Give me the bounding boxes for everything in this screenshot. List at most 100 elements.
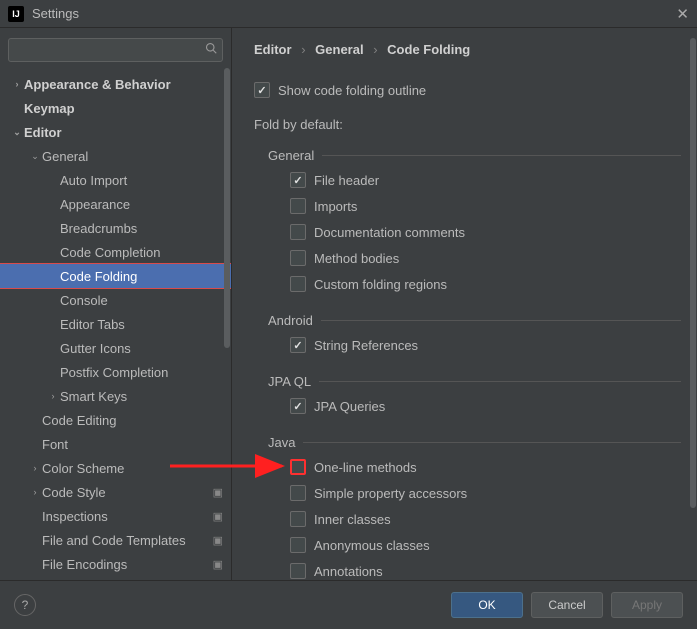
tree-item-smart-keys[interactable]: ›Smart Keys [0, 384, 231, 408]
option-file-header[interactable]: File header [254, 167, 681, 193]
tree-item-code-style[interactable]: ›Code Style▣ [0, 480, 231, 504]
option-string-references[interactable]: String References [254, 332, 681, 358]
group-header-general: General [254, 148, 681, 163]
option-label: String References [314, 338, 418, 353]
chevron-right-icon[interactable]: › [46, 391, 60, 401]
checkbox[interactable] [290, 250, 306, 266]
checkbox[interactable] [290, 337, 306, 353]
option-method-bodies[interactable]: Method bodies [254, 245, 681, 271]
tree-item-label: File and Code Templates [42, 533, 213, 548]
breadcrumb-general[interactable]: General [315, 42, 363, 57]
tree-item-label: Keymap [24, 101, 223, 116]
tree-item-editor[interactable]: ⌄Editor [0, 120, 231, 144]
titlebar: IJ Settings ✕ [0, 0, 697, 28]
tree-item-file-and-code-templates[interactable]: File and Code Templates▣ [0, 528, 231, 552]
option-imports[interactable]: Imports [254, 193, 681, 219]
ok-button[interactable]: OK [451, 592, 523, 618]
tree-item-appearance[interactable]: Appearance [0, 192, 231, 216]
option-jpa-queries[interactable]: JPA Queries [254, 393, 681, 419]
option-one-line-methods[interactable]: One-line methods [254, 454, 681, 480]
checkbox[interactable] [290, 276, 306, 292]
tree-item-auto-import[interactable]: Auto Import [0, 168, 231, 192]
tree-item-postfix-completion[interactable]: Postfix Completion [0, 360, 231, 384]
option-simple-property-accessors[interactable]: Simple property accessors [254, 480, 681, 506]
option-annotations[interactable]: Annotations [254, 558, 681, 580]
checkbox[interactable] [290, 398, 306, 414]
search-input[interactable] [8, 38, 223, 62]
cancel-button[interactable]: Cancel [531, 592, 603, 618]
show-outline-row[interactable]: Show code folding outline [254, 77, 681, 103]
tree-item-keymap[interactable]: Keymap [0, 96, 231, 120]
tree-item-label: Auto Import [60, 173, 223, 188]
breadcrumb-code-folding: Code Folding [387, 42, 470, 57]
close-icon[interactable]: ✕ [676, 5, 689, 23]
divider [322, 155, 681, 156]
breadcrumb-editor[interactable]: Editor [254, 42, 292, 57]
checkbox[interactable] [290, 511, 306, 527]
tree-item-label: General [42, 149, 223, 164]
show-outline-checkbox[interactable] [254, 82, 270, 98]
scope-icon: ▣ [213, 486, 223, 499]
tree-item-console[interactable]: Console [0, 288, 231, 312]
tree-item-label: Gutter Icons [60, 341, 223, 356]
tree-item-appearance-behavior[interactable]: ›Appearance & Behavior [0, 72, 231, 96]
tree-item-label: Color Scheme [42, 461, 223, 476]
tree-item-file-encodings[interactable]: File Encodings▣ [0, 552, 231, 576]
tree-item-code-completion[interactable]: Code Completion [0, 240, 231, 264]
tree-item-label: Editor Tabs [60, 317, 223, 332]
apply-button[interactable]: Apply [611, 592, 683, 618]
chevron-right-icon[interactable]: › [28, 487, 42, 497]
tree-item-code-editing[interactable]: Code Editing [0, 408, 231, 432]
checkbox[interactable] [290, 224, 306, 240]
settings-content: Editor › General › Code Folding Show cod… [232, 28, 697, 580]
tree-item-inspections[interactable]: Inspections▣ [0, 504, 231, 528]
option-label: Inner classes [314, 512, 391, 527]
chevron-right-icon[interactable]: › [28, 463, 42, 473]
group-title: Android [268, 313, 313, 328]
checkbox[interactable] [290, 563, 306, 579]
option-custom-folding-regions[interactable]: Custom folding regions [254, 271, 681, 297]
tree-item-gutter-icons[interactable]: Gutter Icons [0, 336, 231, 360]
checkbox[interactable] [290, 198, 306, 214]
option-label: Simple property accessors [314, 486, 467, 501]
option-label: One-line methods [314, 460, 417, 475]
checkbox[interactable] [290, 459, 306, 475]
option-documentation-comments[interactable]: Documentation comments [254, 219, 681, 245]
tree-item-color-scheme[interactable]: ›Color Scheme [0, 456, 231, 480]
checkbox[interactable] [290, 485, 306, 501]
tree-item-code-folding[interactable]: Code Folding [0, 264, 231, 288]
option-anonymous-classes[interactable]: Anonymous classes [254, 532, 681, 558]
tree-item-general[interactable]: ⌄General [0, 144, 231, 168]
option-label: Annotations [314, 564, 383, 579]
content-scrollbar[interactable] [689, 38, 697, 558]
tree-item-label: Breadcrumbs [60, 221, 223, 236]
help-button[interactable]: ? [14, 594, 36, 616]
checkbox[interactable] [290, 172, 306, 188]
divider [319, 381, 681, 382]
sidebar-scrollbar[interactable] [223, 68, 231, 368]
scope-icon: ▣ [213, 558, 223, 571]
tree-item-label: Smart Keys [60, 389, 223, 404]
group-title: JPA QL [268, 374, 311, 389]
option-label: File header [314, 173, 379, 188]
tree-item-label: Appearance & Behavior [24, 77, 223, 92]
option-inner-classes[interactable]: Inner classes [254, 506, 681, 532]
chevron-down-icon[interactable]: ⌄ [28, 151, 42, 162]
tree-item-label: Appearance [60, 197, 223, 212]
chevron-down-icon[interactable]: ⌄ [10, 127, 24, 138]
group-title: General [268, 148, 314, 163]
tree-item-label: Font [42, 437, 223, 452]
tree-item-label: Code Completion [60, 245, 223, 260]
group-header-jpa-ql: JPA QL [254, 374, 681, 389]
tree-item-breadcrumbs[interactable]: Breadcrumbs [0, 216, 231, 240]
option-label: Documentation comments [314, 225, 465, 240]
tree-item-editor-tabs[interactable]: Editor Tabs [0, 312, 231, 336]
show-outline-label: Show code folding outline [278, 83, 426, 98]
option-label: JPA Queries [314, 399, 385, 414]
settings-tree: ›Appearance & BehaviorKeymap⌄Editor⌄Gene… [0, 72, 231, 580]
tree-item-font[interactable]: Font [0, 432, 231, 456]
chevron-right-icon[interactable]: › [10, 79, 24, 89]
checkbox[interactable] [290, 537, 306, 553]
option-label: Anonymous classes [314, 538, 430, 553]
chevron-right-icon: › [373, 42, 377, 57]
